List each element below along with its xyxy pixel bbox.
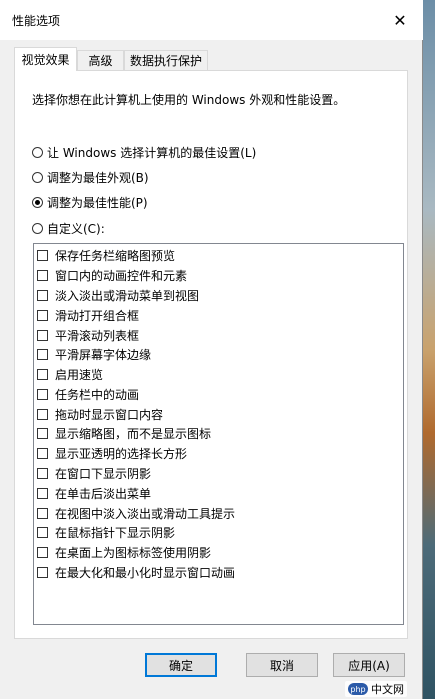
- checkbox[interactable]: [37, 348, 48, 360]
- checkbox[interactable]: [37, 467, 48, 479]
- effect-item[interactable]: 显示缩略图，而不是显示图标: [37, 424, 211, 442]
- tab-data-execution-prevention[interactable]: 数据执行保护: [124, 50, 208, 70]
- effect-item[interactable]: 在鼠标指针下显示阴影: [37, 523, 175, 541]
- close-button[interactable]: ✕: [377, 0, 423, 40]
- effect-label: 在鼠标指针下显示阴影: [55, 525, 176, 540]
- panel-description: 选择你想在此计算机上使用的 Windows 外观和性能设置。: [32, 93, 346, 107]
- effect-label: 在视图中淡入淡出或滑动工具提示: [55, 506, 236, 521]
- cancel-button[interactable]: 取消: [246, 653, 318, 677]
- effect-label: 窗口内的动画控件和元素: [55, 268, 188, 283]
- tab-advanced[interactable]: 高级: [77, 50, 124, 70]
- checkbox[interactable]: [37, 408, 48, 420]
- checkbox[interactable]: [37, 566, 48, 578]
- radio-circle-selected[interactable]: [32, 196, 43, 208]
- radio-label: 调整为最佳性能(P): [47, 195, 148, 210]
- checkbox[interactable]: [37, 289, 48, 301]
- effect-item[interactable]: 在窗口下显示阴影: [37, 464, 151, 482]
- checkbox[interactable]: [37, 507, 48, 519]
- tab-label: 数据执行保护: [129, 54, 202, 68]
- radio-circle[interactable]: [32, 171, 43, 183]
- cancel-button-label: 取消: [269, 658, 294, 673]
- effect-item[interactable]: 平滑滚动列表框: [37, 326, 139, 344]
- checkbox[interactable]: [37, 309, 48, 321]
- php-logo-icon: php: [348, 683, 368, 695]
- checkbox[interactable]: [37, 368, 48, 380]
- effect-label: 在最大化和最小化时显示窗口动画: [55, 565, 236, 580]
- window-title: 性能选项: [12, 14, 61, 28]
- effect-item[interactable]: 在视图中淡入淡出或滑动工具提示: [37, 504, 235, 522]
- ok-button[interactable]: 确定: [145, 653, 217, 677]
- radio-custom[interactable]: 自定义(C):: [32, 219, 105, 237]
- effect-item[interactable]: 窗口内的动画控件和元素: [37, 266, 187, 284]
- effects-checkbox-list[interactable]: 保存任务栏缩略图预览 窗口内的动画控件和元素 淡入淡出或滑动菜单到视图 滑动打开…: [33, 243, 404, 625]
- radio-best-appearance[interactable]: 调整为最佳外观(B): [32, 168, 149, 186]
- effect-item[interactable]: 启用速览: [37, 365, 103, 383]
- radio-dot: [35, 199, 40, 205]
- effect-label: 启用速览: [55, 367, 104, 382]
- effect-label: 显示缩略图，而不是显示图标: [55, 426, 212, 441]
- checkbox[interactable]: [37, 329, 48, 341]
- effect-label: 在窗口下显示阴影: [55, 466, 152, 481]
- checkbox[interactable]: [37, 269, 48, 281]
- effect-item[interactable]: 任务栏中的动画: [37, 385, 139, 403]
- apply-button-label: 应用(A): [348, 658, 390, 673]
- effect-item[interactable]: 淡入淡出或滑动菜单到视图: [37, 286, 199, 304]
- effect-label: 任务栏中的动画: [55, 387, 140, 402]
- effect-label: 淡入淡出或滑动菜单到视图: [55, 288, 200, 303]
- radio-best-performance[interactable]: 调整为最佳性能(P): [32, 193, 148, 211]
- performance-options-dialog: 性能选项 ✕ 视觉效果 高级 数据执行保护 选择你想在此计算机上使用的 Wind…: [0, 0, 423, 699]
- apply-button[interactable]: 应用(A): [333, 653, 405, 677]
- close-icon: ✕: [393, 10, 407, 30]
- effect-label: 拖动时显示窗口内容: [55, 407, 164, 422]
- effect-item[interactable]: 平滑屏幕字体边缘: [37, 345, 151, 363]
- ok-button-label: 确定: [168, 658, 193, 673]
- checkbox[interactable]: [37, 249, 48, 261]
- radio-let-windows-choose[interactable]: 让 Windows 选择计算机的最佳设置(L): [32, 143, 256, 161]
- effect-label: 平滑滚动列表框: [55, 328, 140, 343]
- checkbox[interactable]: [37, 526, 48, 538]
- radio-label: 调整为最佳外观(B): [47, 170, 149, 185]
- radio-label: 自定义(C):: [47, 221, 105, 236]
- checkbox[interactable]: [37, 427, 48, 439]
- effect-item[interactable]: 保存任务栏缩略图预览: [37, 246, 175, 264]
- effect-label: 显示亚透明的选择长方形: [55, 446, 188, 461]
- radio-circle[interactable]: [32, 146, 43, 158]
- radio-circle[interactable]: [32, 222, 43, 234]
- visual-effects-panel: 选择你想在此计算机上使用的 Windows 外观和性能设置。 让 Windows…: [14, 70, 408, 639]
- tab-label: 高级: [88, 54, 113, 68]
- effect-label: 平滑屏幕字体边缘: [55, 347, 152, 362]
- tab-label: 视觉效果: [21, 53, 70, 67]
- effect-item[interactable]: 在最大化和最小化时显示窗口动画: [37, 563, 235, 581]
- effect-item[interactable]: 显示亚透明的选择长方形: [37, 444, 187, 462]
- effect-item[interactable]: 滑动打开组合框: [37, 306, 139, 324]
- checkbox[interactable]: [37, 388, 48, 400]
- checkbox[interactable]: [37, 447, 48, 459]
- effect-label: 在单击后淡出菜单: [55, 486, 152, 501]
- tab-visual-effects[interactable]: 视觉效果: [14, 47, 77, 71]
- effect-label: 滑动打开组合框: [55, 308, 140, 323]
- effect-item[interactable]: 在单击后淡出菜单: [37, 484, 151, 502]
- effect-item[interactable]: 在桌面上为图标标签使用阴影: [37, 543, 211, 561]
- effect-item[interactable]: 拖动时显示窗口内容: [37, 405, 163, 423]
- effect-label: 在桌面上为图标标签使用阴影: [55, 545, 212, 560]
- radio-label: 让 Windows 选择计算机的最佳设置(L): [47, 145, 257, 160]
- title-bar[interactable]: 性能选项 ✕: [0, 0, 423, 40]
- checkbox[interactable]: [37, 546, 48, 558]
- site-watermark: php 中文网: [345, 681, 407, 697]
- checkbox[interactable]: [37, 487, 48, 499]
- watermark-text: 中文网: [371, 683, 404, 696]
- effect-label: 保存任务栏缩略图预览: [55, 248, 176, 263]
